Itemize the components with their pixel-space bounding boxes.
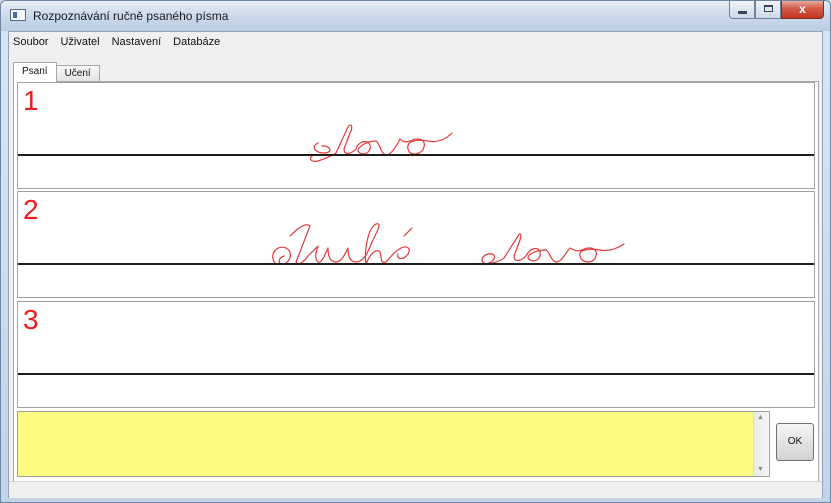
scroll-up-icon[interactable]: ▲ bbox=[757, 414, 764, 422]
menu-bar: Soubor Uživatel Nastavení Databáze bbox=[9, 32, 822, 52]
tab-psani[interactable]: Psaní bbox=[13, 62, 57, 82]
client-area: Soubor Uživatel Nastavení Databáze Psaní… bbox=[8, 31, 823, 498]
app-icon bbox=[10, 9, 26, 21]
title-bar[interactable]: Rozpoznávání ručně psaného písma x bbox=[1, 1, 830, 31]
close-button[interactable]: x bbox=[781, 1, 824, 19]
ok-button[interactable]: OK bbox=[776, 423, 814, 461]
tab-strip: Psaní Učení bbox=[13, 62, 100, 82]
writing-baseline bbox=[18, 154, 814, 156]
app-window: Rozpoznávání ručně psaného písma x Soubo… bbox=[0, 0, 831, 503]
writing-baseline bbox=[18, 373, 814, 375]
handwriting-stroke bbox=[309, 124, 453, 162]
menu-soubor[interactable]: Soubor bbox=[9, 32, 54, 52]
status-bar bbox=[9, 481, 822, 498]
minimize-button[interactable] bbox=[729, 1, 755, 19]
menu-nastaveni[interactable]: Nastavení bbox=[106, 32, 168, 52]
maximize-icon bbox=[764, 5, 773, 12]
close-icon: x bbox=[799, 2, 806, 16]
recognition-result-textarea[interactable]: ▲ ▼ bbox=[17, 411, 770, 477]
menu-databaze[interactable]: Databáze bbox=[167, 32, 226, 52]
maximize-button[interactable] bbox=[755, 1, 781, 19]
panel-number: 3 bbox=[23, 304, 39, 335]
writing-baseline bbox=[18, 263, 814, 265]
tab-uceni[interactable]: Učení bbox=[55, 65, 100, 82]
writing-panel-2[interactable]: 2 bbox=[17, 191, 815, 298]
handwriting-stroke bbox=[272, 223, 625, 266]
tab-page-psani: 1 2 3 ▲ ▼ OK bbox=[13, 81, 819, 493]
menu-uzivatel[interactable]: Uživatel bbox=[54, 32, 105, 52]
writing-panel-1[interactable]: 1 bbox=[17, 82, 815, 189]
scroll-down-icon[interactable]: ▼ bbox=[757, 466, 764, 474]
window-controls: x bbox=[729, 1, 824, 21]
writing-panel-3[interactable]: 3 bbox=[17, 301, 815, 408]
window-title: Rozpoznávání ručně psaného písma bbox=[33, 9, 229, 23]
minimize-icon bbox=[738, 11, 747, 14]
result-scrollbar[interactable]: ▲ ▼ bbox=[753, 412, 769, 476]
